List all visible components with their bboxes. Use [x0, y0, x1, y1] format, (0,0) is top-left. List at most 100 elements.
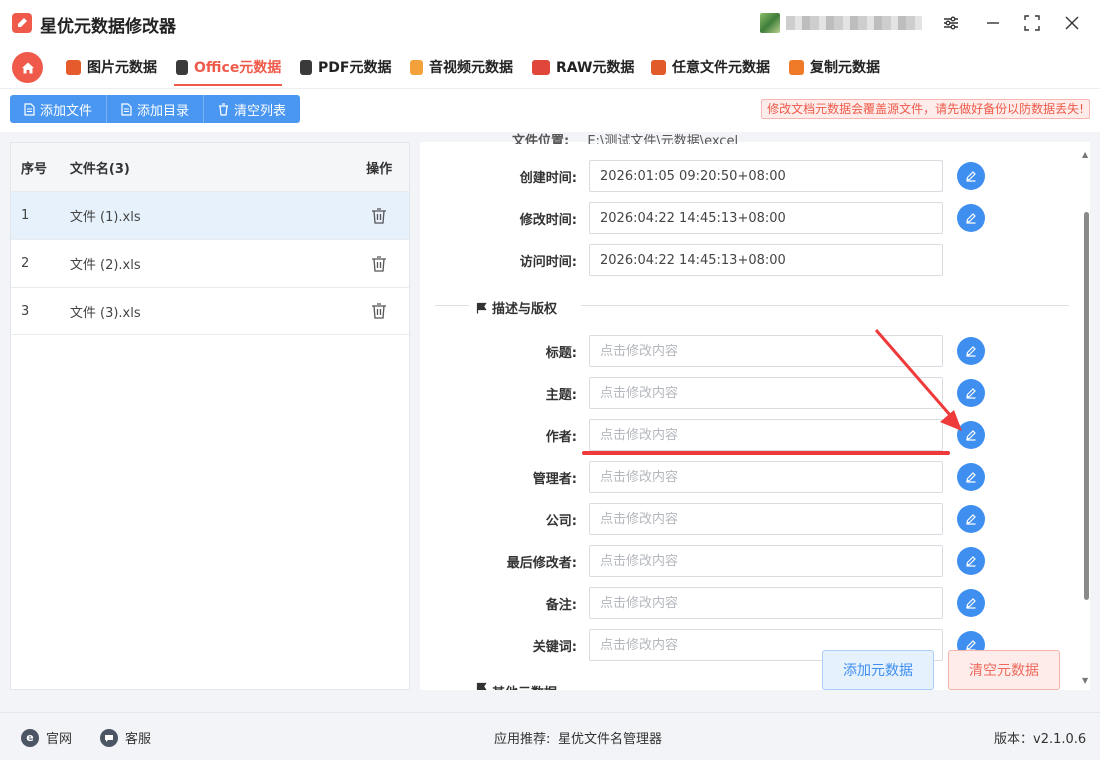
section-divider — [435, 305, 469, 306]
tab-image-metadata[interactable]: 图片元数据 — [66, 55, 157, 79]
modified-time-label: 修改时间: — [519, 213, 577, 228]
tab-label: RAW元数据 — [556, 60, 635, 76]
header-op: 操作 — [366, 161, 393, 177]
flag-icon — [476, 302, 487, 313]
edit-comments-button[interactable] — [957, 589, 985, 617]
clear-metadata-button[interactable]: 清空元数据 — [948, 650, 1060, 690]
tab-office-metadata[interactable]: Office元数据 — [176, 55, 281, 79]
row-no: 1 — [21, 208, 30, 223]
tab-pdf-metadata[interactable]: PDF元数据 — [300, 55, 391, 79]
tab-any-file-metadata[interactable]: 任意文件元数据 — [651, 55, 770, 79]
edit-title-button[interactable] — [957, 337, 985, 365]
tab-copy-metadata[interactable]: 复制元数据 — [789, 55, 880, 79]
edit-subject-button[interactable] — [957, 379, 985, 407]
chat-icon — [100, 728, 118, 747]
trash-icon — [372, 255, 387, 272]
edit-manager-button[interactable] — [957, 463, 985, 491]
tab-label: 音视频元数据 — [429, 60, 513, 76]
section-title: 其他元数据 — [492, 682, 557, 690]
manager-input[interactable] — [589, 461, 943, 493]
active-tab-indicator — [174, 84, 282, 86]
metadata-scrollbar[interactable] — [1084, 212, 1089, 600]
ie-icon: e — [21, 728, 39, 747]
modified-time-input[interactable] — [589, 202, 943, 234]
tab-label: PDF元数据 — [318, 60, 392, 76]
author-label: 作者: — [545, 430, 577, 445]
raw-icon — [532, 59, 550, 75]
clear-list-label: 清空列表 — [234, 103, 287, 119]
website-link[interactable]: e 官网 — [21, 728, 72, 747]
avatar[interactable] — [760, 13, 780, 33]
delete-row-button[interactable] — [349, 302, 409, 320]
subject-label: 主题: — [545, 388, 577, 403]
add-file-button[interactable]: 添加文件 — [10, 95, 108, 123]
add-file-label: 添加文件 — [40, 103, 93, 119]
section-other-metadata: 其他元数据 — [476, 682, 557, 690]
tab-label: 图片元数据 — [87, 60, 157, 76]
recommend-label: 应用推荐: — [494, 732, 551, 747]
row-filename: 文件 (2).xls — [69, 258, 141, 273]
copy-icon — [789, 59, 804, 75]
add-folder-button[interactable]: 添加目录 — [107, 95, 205, 123]
overwrite-warning: 修改文档元数据会覆盖源文件，请先做好备份以防数据丢失! — [761, 99, 1090, 119]
last-modified-by-input[interactable] — [589, 545, 943, 577]
comments-label: 备注: — [545, 598, 577, 613]
main-nav: 图片元数据 Office元数据 PDF元数据 音视频元数据 RAW元数据 任意文… — [0, 46, 1100, 88]
scroll-up-icon[interactable]: ▲ — [1082, 150, 1090, 159]
settings-icon[interactable] — [940, 12, 962, 34]
title-bar: 星优元数据修改器 — [0, 0, 1100, 46]
tab-raw-metadata[interactable]: RAW元数据 — [532, 55, 634, 79]
app-logo-icon — [12, 13, 32, 33]
edit-author-button[interactable] — [957, 421, 985, 449]
table-row[interactable]: 2 文件 (2).xls — [11, 239, 409, 287]
pencil-icon — [966, 388, 976, 399]
pencil-icon — [966, 556, 976, 567]
tab-media-metadata[interactable]: 音视频元数据 — [410, 55, 513, 79]
row-no: 3 — [21, 303, 30, 319]
app-title: 星优元数据修改器 — [40, 17, 176, 37]
delete-row-button[interactable] — [349, 207, 409, 225]
scroll-down-icon[interactable]: ▼ — [1082, 676, 1090, 685]
add-metadata-button[interactable]: 添加元数据 — [822, 650, 934, 690]
recommend-app-link[interactable]: 星优文件名管理器 — [558, 728, 662, 747]
support-link[interactable]: 客服 — [100, 728, 151, 747]
image-icon — [66, 59, 81, 75]
media-icon — [410, 59, 423, 75]
trash-icon — [372, 303, 387, 319]
table-row[interactable]: 1 文件 (1).xls — [11, 191, 409, 239]
table-row[interactable]: 3 文件 (3).xls — [11, 287, 409, 335]
pencil-icon — [966, 514, 976, 525]
clear-list-button[interactable]: 清空列表 — [204, 95, 301, 123]
edit-created-time-button[interactable] — [957, 162, 985, 190]
pencil-icon — [966, 598, 976, 609]
pencil-icon — [966, 346, 976, 357]
edit-modified-time-button[interactable] — [957, 204, 985, 232]
access-time-input[interactable] — [589, 244, 943, 276]
file-location-label: 文件位置: — [512, 134, 570, 144]
title-input[interactable] — [589, 335, 943, 367]
keywords-label: 关键词: — [532, 640, 577, 655]
comments-input[interactable] — [589, 587, 943, 619]
home-button[interactable] — [12, 52, 43, 83]
close-icon[interactable] — [1061, 12, 1083, 34]
subject-input[interactable] — [589, 377, 943, 409]
created-time-input[interactable] — [589, 160, 943, 192]
edit-company-button[interactable] — [957, 505, 985, 533]
footer: e 官网 客服 应用推荐: 星优文件名管理器 版本：v2.1.0.6 — [0, 712, 1100, 760]
author-input[interactable] — [589, 419, 943, 451]
company-input[interactable] — [589, 503, 943, 535]
pencil-icon — [966, 472, 976, 483]
office-icon — [176, 59, 188, 75]
support-label: 客服 — [125, 732, 152, 747]
pencil-icon — [966, 171, 976, 182]
add-folder-label: 添加目录 — [137, 103, 190, 119]
file-table: 序号 文件名(3) 操作 1 文件 (1).xls 2 文件 (2).xls 3… — [10, 142, 410, 690]
minimize-icon[interactable] — [982, 12, 1004, 34]
maximize-icon[interactable] — [1021, 12, 1043, 34]
access-time-label: 访问时间: — [519, 255, 577, 270]
edit-last-modified-by-button[interactable] — [957, 547, 985, 575]
pencil-icon — [966, 430, 976, 441]
home-icon — [21, 62, 34, 73]
delete-row-button[interactable] — [349, 255, 409, 273]
toolbar: 添加文件 添加目录 清空列表 修改文档元数据会覆盖源文件，请先做好备份以防数据丢… — [0, 88, 1100, 132]
